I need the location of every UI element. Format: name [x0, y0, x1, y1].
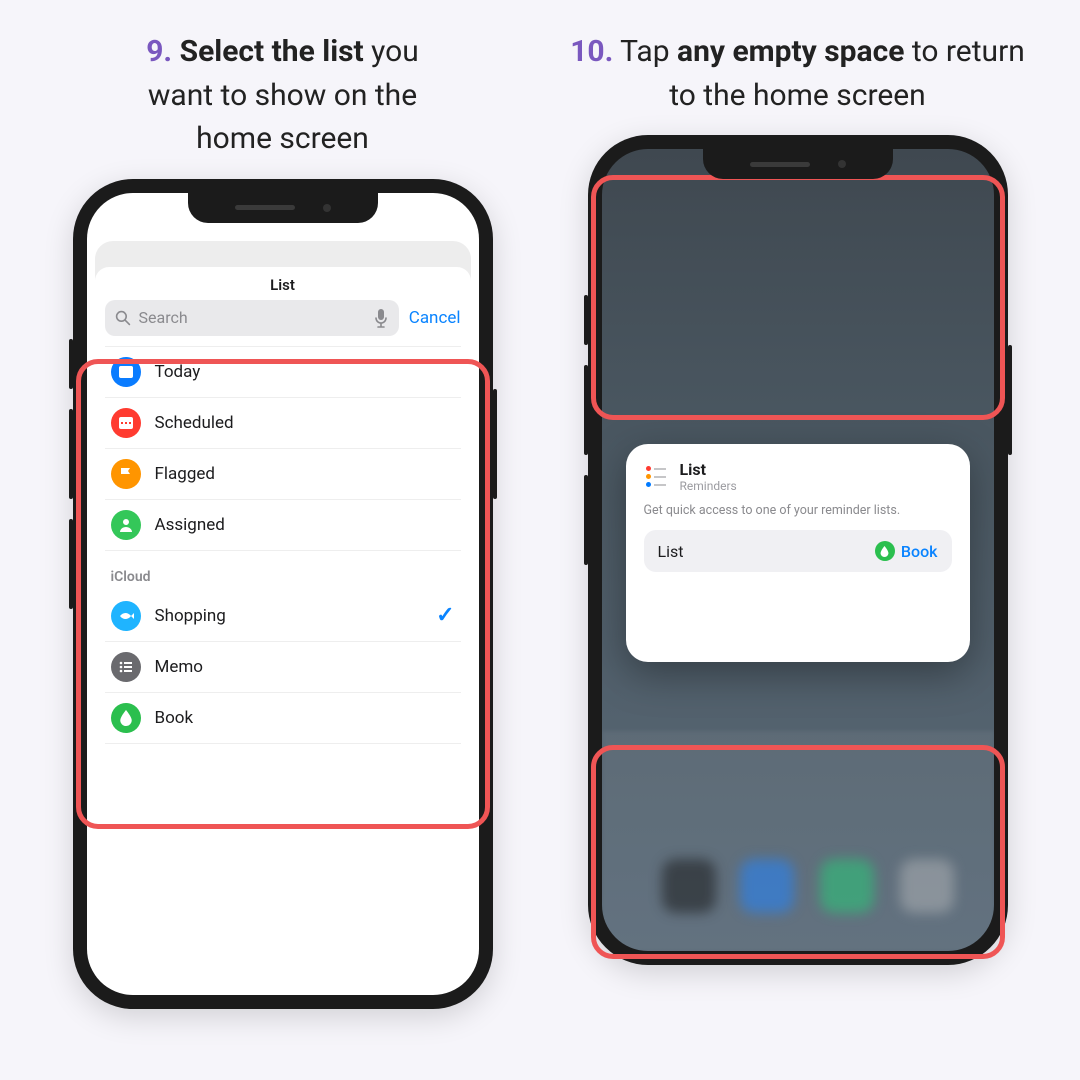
icloud-header: iCloud: [95, 551, 471, 591]
step-number: 9.: [146, 34, 172, 69]
step-number: 10.: [570, 34, 613, 69]
list-item-today[interactable]: Today: [105, 347, 461, 398]
person-icon: [111, 510, 141, 540]
list-item-memo[interactable]: Memo: [105, 642, 461, 693]
step-10-caption: 10. Tap any empty space to return to the…: [570, 30, 1025, 117]
widget-title: List: [680, 460, 737, 479]
flag-icon: [111, 459, 141, 489]
list-item-book[interactable]: Book: [105, 693, 461, 744]
checkmark-icon: ✓: [436, 603, 454, 628]
reminders-widget-config[interactable]: List Reminders Get quick access to one o…: [626, 444, 970, 662]
list-picker-sheet: List Search Cancel TodayScheduledFlagged…: [95, 267, 471, 987]
list-item-shopping[interactable]: Shopping✓: [105, 591, 461, 642]
icloud-lists: Shopping✓MemoBook: [105, 591, 461, 744]
drop-icon: [875, 541, 895, 561]
lines-icon: [111, 652, 141, 682]
phone-mockup-right: List Reminders Get quick access to one o…: [588, 135, 1008, 965]
reminders-app-icon: [644, 464, 670, 490]
mic-icon[interactable]: [373, 308, 389, 328]
step-10-column: 10. Tap any empty space to return to the…: [555, 30, 1040, 1040]
smart-lists: TodayScheduledFlaggedAssigned: [105, 346, 461, 551]
widget-description: Get quick access to one of your reminder…: [644, 503, 952, 518]
sheet-title: List: [95, 267, 471, 300]
widget-app-name: Reminders: [680, 479, 737, 493]
drop-icon: [111, 703, 141, 733]
widget-list-selector[interactable]: List Book: [644, 530, 952, 572]
step-9-caption: 9. Select the list you want to show on t…: [146, 30, 419, 161]
fish-icon: [111, 601, 141, 631]
today-icon: [111, 357, 141, 387]
search-icon: [115, 310, 131, 326]
list-item-assigned[interactable]: Assigned: [105, 500, 461, 551]
step-9-column: 9. Select the list you want to show on t…: [40, 30, 525, 1040]
list-item-flagged[interactable]: Flagged: [105, 449, 461, 500]
cancel-button[interactable]: Cancel: [409, 308, 461, 328]
list-item-scheduled[interactable]: Scheduled: [105, 398, 461, 449]
phone-mockup-left: List Search Cancel TodayScheduledFlagged…: [73, 179, 493, 1009]
calendar-icon: [111, 408, 141, 438]
search-input[interactable]: Search: [105, 300, 399, 336]
